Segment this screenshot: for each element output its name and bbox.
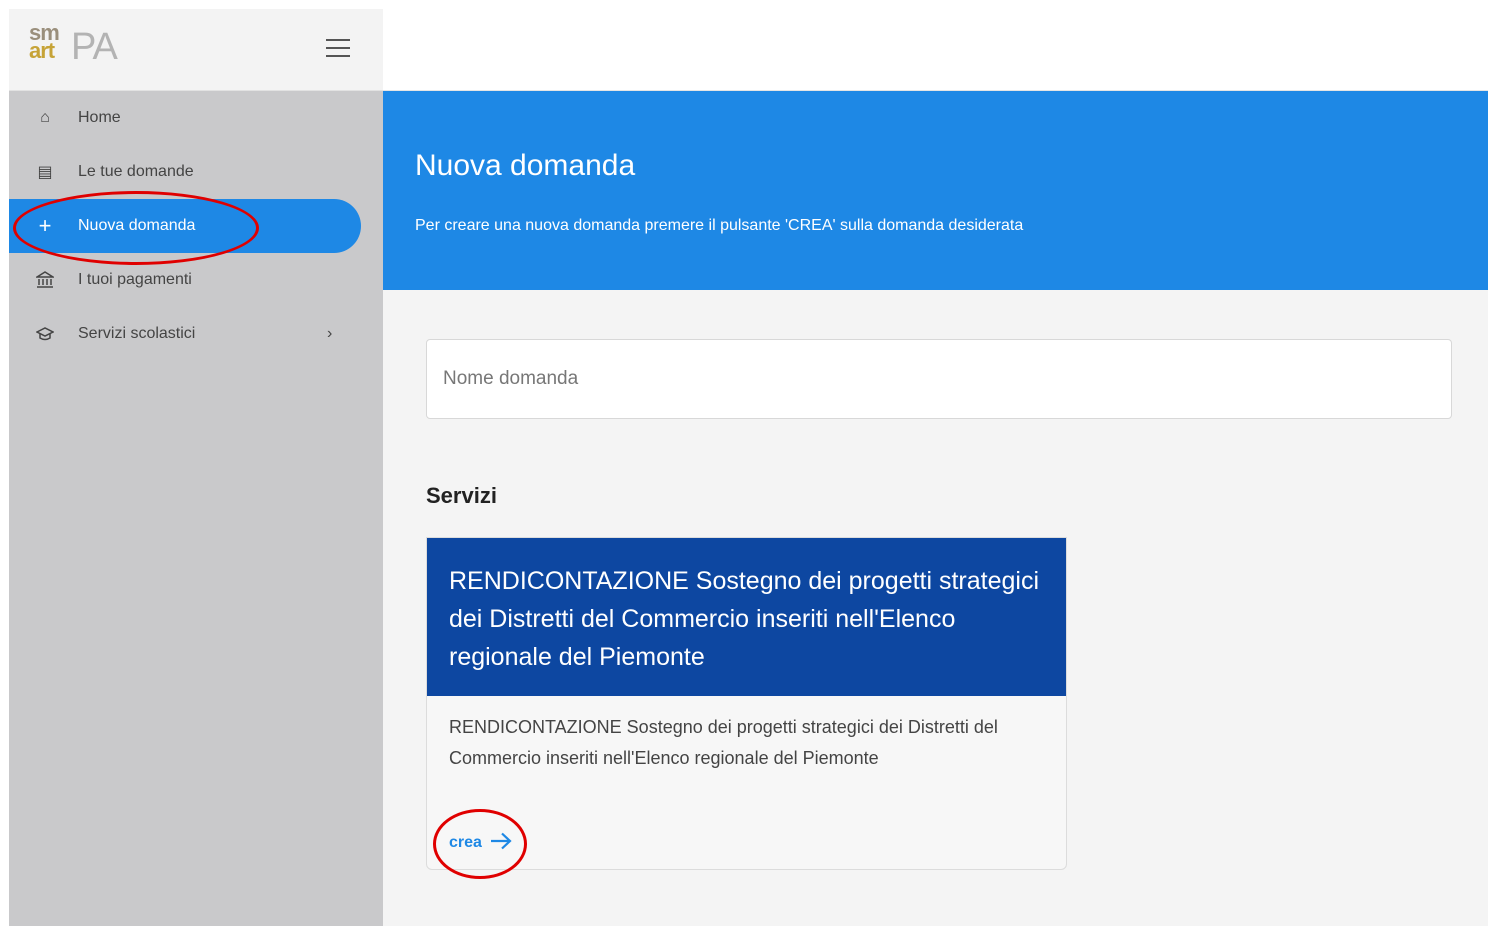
arrow-right-icon-svg (490, 832, 512, 850)
page-title: Nuova domanda (415, 149, 636, 182)
sidebar-item-label: Nuova domanda (78, 217, 196, 234)
sidebar-item-i-tuoi-pagamenti[interactable]: I tuoi pagamenti (9, 253, 361, 307)
sidebar: sm art PA ⌂ Home ▤ Le tue domande + Nuov… (9, 9, 383, 926)
service-card-title: RENDICONTAZIONE Sostegno dei progetti st… (449, 567, 1040, 671)
chevron-right-icon: › (327, 325, 333, 342)
main-content: Servizi RENDICONTAZIONE Sostegno dei pro… (383, 290, 1488, 926)
sidebar-item-label: Le tue domande (78, 163, 194, 180)
logo-pa: PA (71, 26, 118, 68)
page-subtitle: Per creare una nuova domanda premere il … (415, 217, 1024, 234)
top-bar (383, 9, 1488, 91)
sidebar-item-le-tue-domande[interactable]: ▤ Le tue domande (9, 145, 361, 199)
graduation-cap-icon (35, 324, 55, 344)
service-card-header: RENDICONTAZIONE Sostegno dei progetti st… (427, 538, 1066, 696)
crea-label: crea (449, 833, 482, 851)
logo-art: art (29, 38, 55, 63)
sidebar-item-label: Servizi scolastici (78, 325, 196, 342)
home-icon: ⌂ (40, 109, 50, 126)
sidebar-item-label: Home (78, 109, 121, 126)
bank-icon (35, 270, 55, 290)
service-card: RENDICONTAZIONE Sostegno dei progetti st… (426, 537, 1067, 870)
arrow-right-icon (490, 832, 512, 853)
sidebar-item-nuova-domanda[interactable]: + Nuova domanda (9, 199, 361, 253)
clipboard-icon: ▤ (37, 164, 53, 181)
page-header: Nuova domanda Per creare una nuova doman… (383, 91, 1488, 290)
section-title: Servizi (426, 483, 497, 508)
sidebar-item-servizi-scolastici[interactable]: Servizi scolastici › (9, 307, 361, 361)
smartpa-logo[interactable]: sm art PA (29, 22, 139, 68)
sidebar-item-label: I tuoi pagamenti (78, 271, 192, 288)
app-window: sm art PA ⌂ Home ▤ Le tue domande + Nuov… (9, 9, 1488, 926)
brand-bar: sm art PA (9, 9, 383, 91)
menu-toggle-icon[interactable] (326, 39, 350, 57)
graduation-cap-icon-svg (36, 327, 54, 341)
service-card-description: RENDICONTAZIONE Sostegno dei progetti st… (449, 717, 998, 768)
crea-button[interactable]: crea (449, 832, 512, 853)
sidebar-item-home[interactable]: ⌂ Home (9, 91, 361, 145)
plus-icon: + (38, 213, 52, 238)
bank-icon-svg (36, 271, 54, 288)
search-input[interactable] (426, 339, 1452, 419)
